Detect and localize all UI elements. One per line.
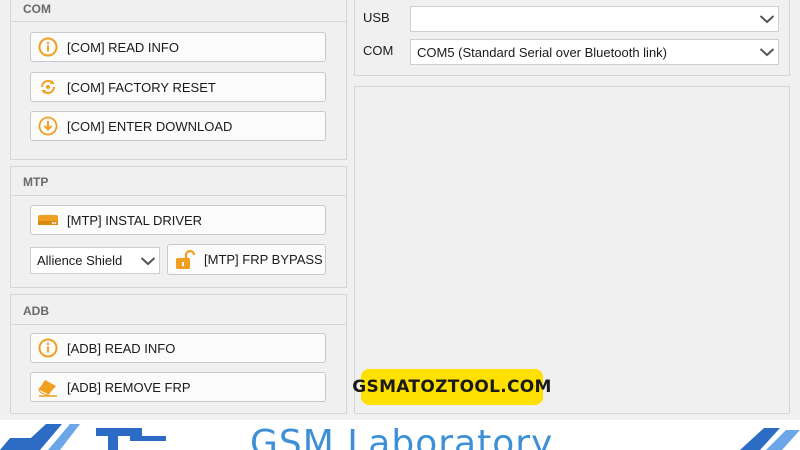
watermark-badge: GSMATOZTOOL.COM	[352, 369, 551, 405]
mtp-install-driver-label: [MTP] INSTAL DRIVER	[67, 212, 203, 228]
com-port-select[interactable]: COM5 (Standard Serial over Bluetooth lin…	[410, 39, 779, 65]
info-icon	[37, 337, 59, 359]
divider	[11, 195, 346, 196]
reset-icon	[37, 76, 59, 98]
banner-title: GSM Laboratory	[250, 423, 554, 450]
shield-select-value: Allience Shield	[37, 253, 123, 268]
unlock-icon	[174, 249, 196, 271]
mtp-install-driver-button[interactable]: [MTP] INSTAL DRIVER	[30, 205, 326, 235]
bottom-banner: GSM Laboratory	[0, 420, 800, 450]
com-port-select-value: COM5 (Standard Serial over Bluetooth lin…	[417, 44, 668, 60]
mtp-group-title: MTP	[23, 175, 49, 189]
com-group-title: COM	[23, 2, 51, 16]
adb-read-info-label: [ADB] READ INFO	[67, 340, 176, 356]
adb-group-title: ADB	[23, 304, 49, 318]
info-icon	[37, 36, 59, 58]
chevron-down-icon	[137, 248, 159, 273]
com-read-info-label: [COM] READ INFO	[67, 39, 179, 55]
com-factory-reset-button[interactable]: [COM] FACTORY RESET	[30, 72, 326, 102]
banner-logo-left	[0, 424, 166, 450]
com-factory-reset-label: [COM] FACTORY RESET	[67, 79, 216, 95]
eraser-icon	[37, 376, 59, 398]
drive-icon	[37, 209, 59, 231]
download-icon	[37, 115, 59, 137]
shield-select[interactable]: Allience Shield	[30, 247, 160, 274]
com-enter-download-label: [COM] ENTER DOWNLOAD	[67, 118, 233, 134]
com-read-info-button[interactable]: [COM] READ INFO	[30, 32, 326, 62]
adb-remove-frp-label: [ADB] REMOVE FRP	[67, 379, 191, 395]
adb-read-info-button[interactable]: [ADB] READ INFO	[30, 333, 326, 363]
usb-select[interactable]	[410, 6, 779, 32]
chevron-down-icon	[756, 40, 778, 64]
banner-logo-right	[740, 428, 800, 450]
com-enter-download-button[interactable]: [COM] ENTER DOWNLOAD	[30, 111, 326, 141]
com-label: COM	[363, 43, 394, 58]
divider	[11, 324, 346, 325]
usb-label: USB	[363, 10, 390, 25]
mtp-frp-bypass-label: [MTP] FRP BYPASS	[204, 252, 323, 267]
chevron-down-icon	[756, 7, 778, 31]
divider	[11, 21, 346, 22]
adb-remove-frp-button[interactable]: [ADB] REMOVE FRP	[30, 372, 326, 402]
log-panel[interactable]	[354, 86, 790, 414]
mtp-frp-bypass-button[interactable]: [MTP] FRP BYPASS	[167, 244, 326, 275]
